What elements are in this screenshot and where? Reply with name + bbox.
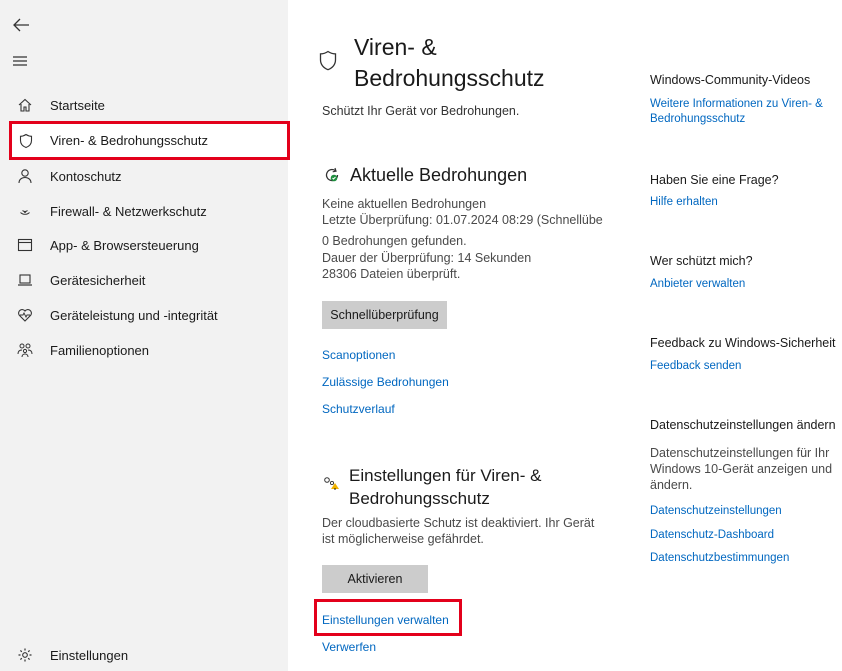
threats-found-text: 0 Bedrohungen gefunden. xyxy=(322,234,467,248)
privacy-dashboard-link[interactable]: Datenschutz-Dashboard xyxy=(650,528,774,543)
sidebar-item-kontoschutz[interactable]: Kontoschutz xyxy=(0,159,288,193)
manage-providers-link[interactable]: Anbieter verwalten xyxy=(650,277,745,292)
privacy-line-3: ändern. xyxy=(650,478,693,492)
last-scan-text: Letzte Überprüfung: 01.07.2024 08:29 (Sc… xyxy=(322,213,603,227)
laptop-icon xyxy=(17,272,33,288)
sidebar-item-label: Familienoptionen xyxy=(50,342,150,358)
sidebar-item-familienoptionen[interactable]: Familienoptionen xyxy=(0,333,288,367)
get-help-link[interactable]: Hilfe erhalten xyxy=(650,195,718,210)
warning-line-2: ist möglicherweise gefährdet. xyxy=(322,532,484,546)
sidebar-item-label: Viren- & Bedrohungsschutz xyxy=(50,133,209,148)
sidebar-item-geraetesicherheit[interactable]: Gerätesicherheit xyxy=(0,263,288,297)
privacy-statement-link[interactable]: Datenschutzbestimmungen xyxy=(650,551,789,566)
send-feedback-link[interactable]: Feedback senden xyxy=(650,359,741,374)
sidebar-item-app-browser[interactable]: App- & Browsersteuerung xyxy=(0,228,288,262)
threats-icon xyxy=(322,165,342,185)
sidebar-item-geraeteleistung[interactable]: Geräteleistung und -integrität xyxy=(0,298,288,332)
settings-title-line-2: Bedrohungsschutz xyxy=(349,489,490,508)
scan-duration-text: Dauer der Überprüfung: 14 Sekunden xyxy=(322,251,532,265)
settings-warning-icon xyxy=(322,475,342,493)
cloud-protection-warning: Der cloudbasierte Schutz ist deaktiviert… xyxy=(322,515,594,547)
feedback-heading: Feedback zu Windows-Sicherheit xyxy=(650,336,836,350)
scan-options-link[interactable]: Scanoptionen xyxy=(322,348,395,362)
sidebar-item-label: Gerätesicherheit xyxy=(50,272,146,288)
menu-icon[interactable] xyxy=(10,51,32,71)
protection-history-link[interactable]: Schutzverlauf xyxy=(322,402,395,416)
dismiss-link[interactable]: Verwerfen xyxy=(322,640,376,654)
activate-button[interactable]: Aktivieren xyxy=(322,565,428,593)
sidebar-item-label: Einstellungen xyxy=(50,647,129,663)
shield-icon xyxy=(318,50,338,72)
more-info-link[interactable]: Weitere Informationen zu Viren- & Bedroh… xyxy=(650,97,823,127)
quick-scan-button[interactable]: Schnellüberprüfung xyxy=(322,301,447,329)
sidebar-item-label: Firewall- & Netzwerkschutz xyxy=(50,203,207,219)
sidebar-item-einstellungen[interactable]: Einstellungen xyxy=(0,638,288,671)
privacy-description: Datenschutzeinstellungen für Ihr Windows… xyxy=(650,445,842,493)
sidebar-item-startseite[interactable]: Startseite xyxy=(0,88,288,122)
more-info-line-2: Bedrohungsschutz xyxy=(650,113,746,125)
sidebar-item-label: Startseite xyxy=(50,97,105,113)
sidebar-item-label: App- & Browsersteuerung xyxy=(50,237,199,253)
sidebar-item-viren-bedrohungsschutz[interactable]: Viren- & Bedrohungsschutz xyxy=(9,121,290,160)
wifi-icon xyxy=(17,203,33,219)
family-icon xyxy=(17,342,33,358)
threats-status: Keine aktuellen Bedrohungen xyxy=(322,197,487,211)
sidebar: Startseite Viren- & Bedrohungsschutz Kon… xyxy=(0,0,290,671)
person-icon xyxy=(17,168,33,184)
threats-title: Aktuelle Bedrohungen xyxy=(350,165,528,185)
shield-icon xyxy=(18,133,34,149)
sidebar-item-label: Geräteleistung und -integrität xyxy=(50,307,218,323)
sidebar-item-firewall[interactable]: Firewall- & Netzwerkschutz xyxy=(0,194,288,228)
settings-title-line-1: Einstellungen für Viren- & xyxy=(349,466,542,485)
community-videos-heading: Windows-Community-Videos xyxy=(650,73,811,87)
who-protects-heading: Wer schützt mich? xyxy=(650,254,753,268)
privacy-settings-link[interactable]: Datenschutzeinstellungen xyxy=(650,504,782,519)
privacy-line-1: Datenschutzeinstellungen für Ihr xyxy=(650,446,830,460)
page-title: Viren- & Bedrohungsschutz xyxy=(354,34,545,91)
allowed-threats-link[interactable]: Zulässige Bedrohungen xyxy=(322,375,449,389)
sidebar-item-label: Kontoschutz xyxy=(50,168,122,184)
manage-settings-link[interactable]: Einstellungen verwalten xyxy=(322,613,449,627)
question-heading: Haben Sie eine Frage? xyxy=(650,173,779,187)
app-window-icon xyxy=(17,237,33,253)
gear-icon xyxy=(17,647,33,663)
warning-line-1: Der cloudbasierte Schutz ist deaktiviert… xyxy=(322,516,595,530)
privacy-heading: Datenschutzeinstellungen ändern xyxy=(650,418,836,432)
heart-icon xyxy=(17,307,33,323)
more-info-line-1: Weitere Informationen zu Viren- & xyxy=(650,98,823,110)
files-scanned-text: 28306 Dateien überprüft. xyxy=(322,267,461,281)
back-arrow-icon[interactable] xyxy=(10,14,32,36)
settings-title: Einstellungen für Viren- & Bedrohungssch… xyxy=(349,464,541,510)
home-icon xyxy=(17,97,33,113)
privacy-line-2: Windows 10-Gerät anzeigen und xyxy=(650,462,833,476)
page-subtitle: Schützt Ihr Gerät vor Bedrohungen. xyxy=(322,104,520,118)
